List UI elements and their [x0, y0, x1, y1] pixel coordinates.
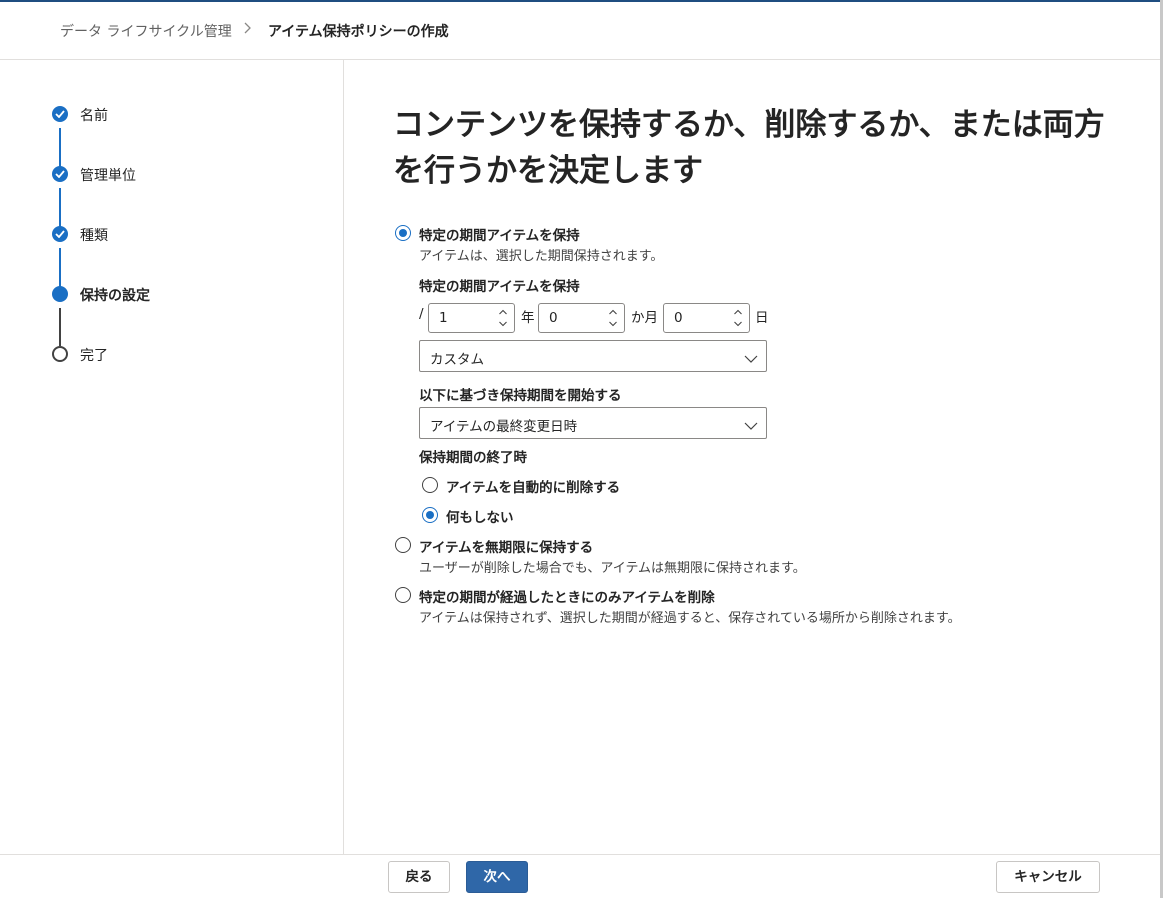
- step-label: 管理単位: [80, 168, 136, 184]
- checkmark-icon: [52, 226, 68, 242]
- step-label: 名前: [80, 108, 108, 124]
- stepper-arrows-icon[interactable]: [608, 306, 618, 330]
- auto-delete-radio[interactable]: [422, 477, 438, 493]
- months-unit: か月: [631, 310, 658, 326]
- footer: 戻る 次へ キャンセル: [0, 854, 1160, 898]
- chevron-down-icon: [744, 350, 758, 369]
- period-prefix: /: [419, 306, 424, 322]
- end-action-label: 保持期間の終了時: [419, 450, 527, 466]
- main-content: コンテンツを保持するか、削除するか、または両方を行うかを決定します 特定の期間ア…: [345, 60, 1160, 854]
- page-title: コンテンツを保持するか、削除するか、または両方を行うかを決定します: [393, 107, 1105, 189]
- retain-forever-label[interactable]: アイテムを無期限に保持する: [419, 536, 593, 556]
- cancel-button[interactable]: キャンセル: [996, 861, 1100, 893]
- start-based-on-value: アイテムの最終変更日時: [430, 419, 578, 435]
- months-stepper[interactable]: 0: [538, 303, 625, 333]
- back-button[interactable]: 戻る: [388, 861, 450, 893]
- retain-period-label[interactable]: 特定の期間アイテムを保持: [419, 224, 580, 244]
- current-step-icon: [52, 286, 68, 302]
- step-label: 保持の設定: [80, 288, 150, 304]
- chevron-down-icon: [744, 417, 758, 436]
- start-based-on-dropdown[interactable]: アイテムの最終変更日時: [419, 407, 767, 439]
- do-nothing-radio[interactable]: [422, 507, 438, 523]
- checkmark-icon: [52, 166, 68, 182]
- wizard-panel: データ ライフサイクル管理 アイテム保持ポリシーの作成 名前 管理単位 種類 保…: [0, 0, 1160, 898]
- years-unit: 年: [521, 310, 535, 326]
- breadcrumb-parent-link[interactable]: データ ライフサイクル管理: [60, 21, 232, 41]
- retain-period-radio[interactable]: [395, 225, 411, 241]
- stepper-arrows-icon[interactable]: [733, 306, 743, 330]
- step-connector: [59, 308, 61, 346]
- empty-step-icon: [52, 346, 68, 362]
- breadcrumb-current: アイテム保持ポリシーの作成: [268, 24, 449, 40]
- delete-only-radio[interactable]: [395, 587, 411, 603]
- delete-only-description: アイテムは保持されず、選択した期間が経過すると、保存されている場所から削除されま…: [419, 611, 961, 626]
- step-navigation: 名前 管理単位 種類 保持の設定 完了: [0, 60, 344, 854]
- months-value: 0: [549, 310, 558, 326]
- period-preset-dropdown[interactable]: カスタム: [419, 340, 767, 372]
- delete-only-label[interactable]: 特定の期間が経過したときにのみアイテムを削除: [419, 586, 715, 606]
- start-based-on-label: 以下に基づき保持期間を開始する: [419, 388, 622, 404]
- next-button[interactable]: 次へ: [466, 861, 528, 893]
- header: データ ライフサイクル管理 アイテム保持ポリシーの作成: [0, 2, 1160, 60]
- period-preset-value: カスタム: [430, 352, 484, 368]
- retain-forever-description: ユーザーが削除した場合でも、アイテムは無期限に保持されます。: [419, 561, 806, 576]
- retain-period-description: アイテムは、選択した期間保持されます。: [419, 249, 664, 264]
- retain-forever-radio[interactable]: [395, 537, 411, 553]
- stepper-arrows-icon[interactable]: [498, 306, 508, 330]
- days-stepper[interactable]: 0: [663, 303, 750, 333]
- years-stepper[interactable]: 1: [428, 303, 515, 333]
- breadcrumb-separator-icon: [243, 21, 253, 39]
- step-label: 種類: [80, 228, 108, 244]
- do-nothing-label[interactable]: 何もしない: [446, 506, 514, 526]
- step-label: 完了: [80, 348, 108, 364]
- years-value: 1: [439, 310, 448, 326]
- days-value: 0: [674, 310, 683, 326]
- checkmark-icon: [52, 106, 68, 122]
- auto-delete-label[interactable]: アイテムを自動的に削除する: [446, 476, 620, 496]
- period-field-label: 特定の期間アイテムを保持: [419, 279, 580, 295]
- days-unit: 日: [755, 310, 769, 326]
